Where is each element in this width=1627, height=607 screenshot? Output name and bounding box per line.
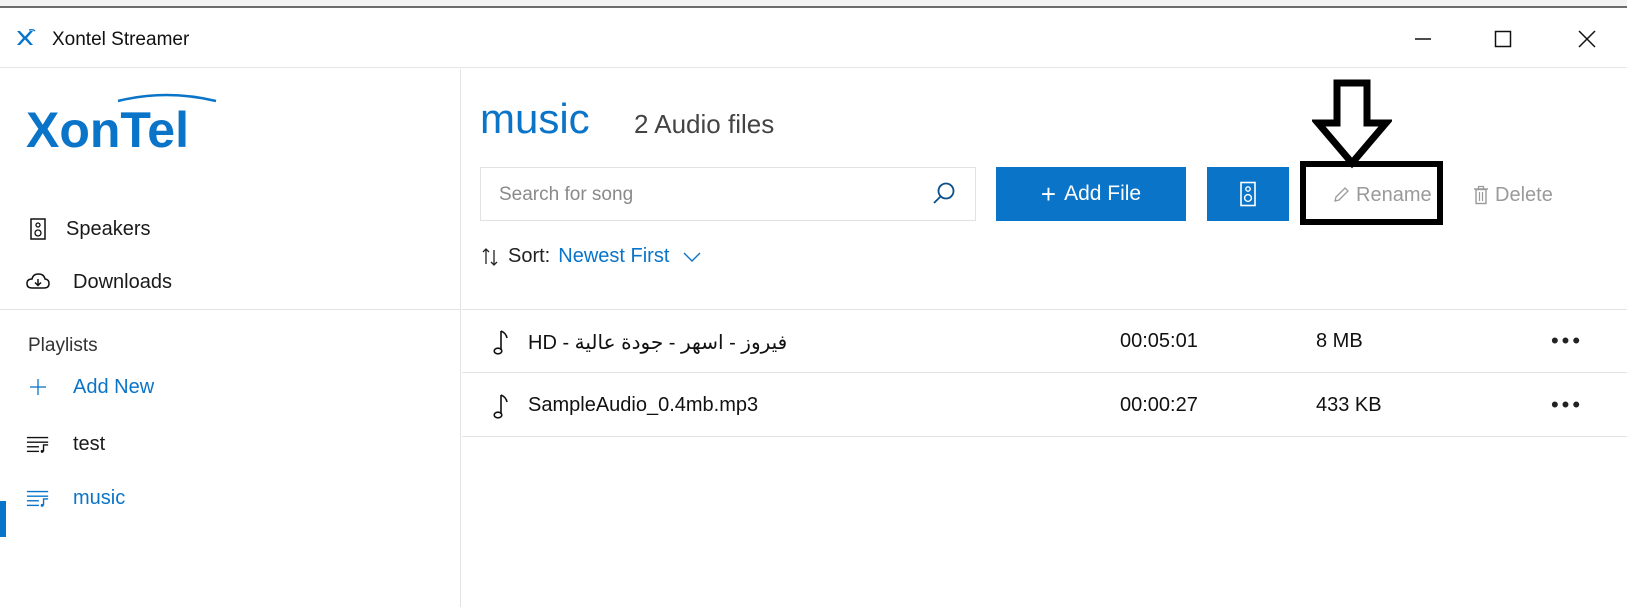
music-note-icon xyxy=(493,394,508,419)
close-icon xyxy=(1578,30,1596,48)
speaker-icon xyxy=(26,217,50,241)
trash-icon xyxy=(1474,185,1488,205)
maximize-button[interactable] xyxy=(1463,10,1543,68)
annotation-highlight-box xyxy=(1300,161,1443,225)
file-count: 2 Audio files xyxy=(634,109,775,139)
maximize-icon xyxy=(1494,30,1512,48)
add-playlist-button[interactable]: Add New xyxy=(0,366,460,408)
main-panel: music 2 Audio files + Add File Rename De… xyxy=(462,69,1627,607)
sidebar-item-downloads[interactable]: Downloads xyxy=(0,261,460,303)
music-note-icon xyxy=(493,330,508,355)
more-options-icon[interactable]: ••• xyxy=(1537,326,1597,356)
annotation-down-arrow-icon xyxy=(1312,79,1392,169)
playlist-label: test xyxy=(73,433,106,455)
plus-icon xyxy=(26,375,50,399)
window-title: Xontel Streamer xyxy=(52,29,190,50)
sidebar-item-playlist-music[interactable]: music xyxy=(0,477,460,519)
plus-icon: + xyxy=(1040,179,1057,209)
file-row[interactable]: SampleAudio_0.4mb.mp3 00:00:27 433 KB ••… xyxy=(462,374,1627,437)
file-size: 433 KB xyxy=(1316,394,1382,416)
add-new-label: Add New xyxy=(73,376,155,398)
add-file-label: Add File xyxy=(1064,182,1142,205)
playlist-label: music xyxy=(73,487,126,509)
file-name: SampleAudio_0.4mb.mp3 xyxy=(528,394,759,416)
sidebar-divider xyxy=(0,309,460,310)
sort-value: Newest First xyxy=(558,245,670,267)
playlist-icon xyxy=(26,486,50,510)
cloud-download-icon xyxy=(26,270,50,294)
close-button[interactable] xyxy=(1547,10,1627,68)
playlist-icon xyxy=(26,432,50,456)
file-name: فيروز - اسهر - جودة عالية - HD xyxy=(528,332,788,354)
chevron-down-icon xyxy=(683,252,701,262)
minimize-icon xyxy=(1415,38,1431,40)
sidebar: XonTel Speakers Downloads Playlists Add … xyxy=(0,69,461,607)
sidebar-item-speakers[interactable]: Speakers xyxy=(0,208,460,250)
sidebar-item-playlist-test[interactable]: test xyxy=(0,423,460,465)
minimize-button[interactable] xyxy=(1383,10,1463,68)
sidebar-item-label: Speakers xyxy=(66,218,151,240)
app-logo-icon xyxy=(17,28,36,45)
page-title: music xyxy=(480,95,590,142)
search-icon[interactable] xyxy=(931,181,957,207)
sort-control[interactable]: Sort: Newest First xyxy=(480,245,701,268)
delete-label: Delete xyxy=(1495,183,1553,206)
more-options-icon[interactable]: ••• xyxy=(1537,390,1597,420)
search-box xyxy=(480,167,976,221)
sort-label: Sort: xyxy=(508,245,551,267)
title-bar: Xontel Streamer xyxy=(0,10,1627,68)
file-row[interactable]: فيروز - اسهر - جودة عالية - HD 00:05:01 … xyxy=(462,310,1627,373)
sidebar-item-label: Downloads xyxy=(73,271,172,293)
speaker-icon xyxy=(1240,181,1256,207)
playlists-heading: Playlists xyxy=(28,335,98,356)
logo-text: XonTel xyxy=(26,102,189,157)
file-duration: 00:05:01 xyxy=(1120,330,1198,352)
speaker-button[interactable] xyxy=(1207,167,1289,221)
xontel-logo: XonTel xyxy=(26,93,217,157)
sort-icon xyxy=(482,247,498,266)
add-file-button[interactable]: + Add File xyxy=(996,167,1186,221)
delete-button[interactable]: Delete xyxy=(1473,179,1553,211)
search-input[interactable] xyxy=(499,182,919,208)
file-size: 8 MB xyxy=(1316,330,1363,352)
file-duration: 00:00:27 xyxy=(1120,394,1198,416)
screen-top-edge xyxy=(0,0,1627,8)
